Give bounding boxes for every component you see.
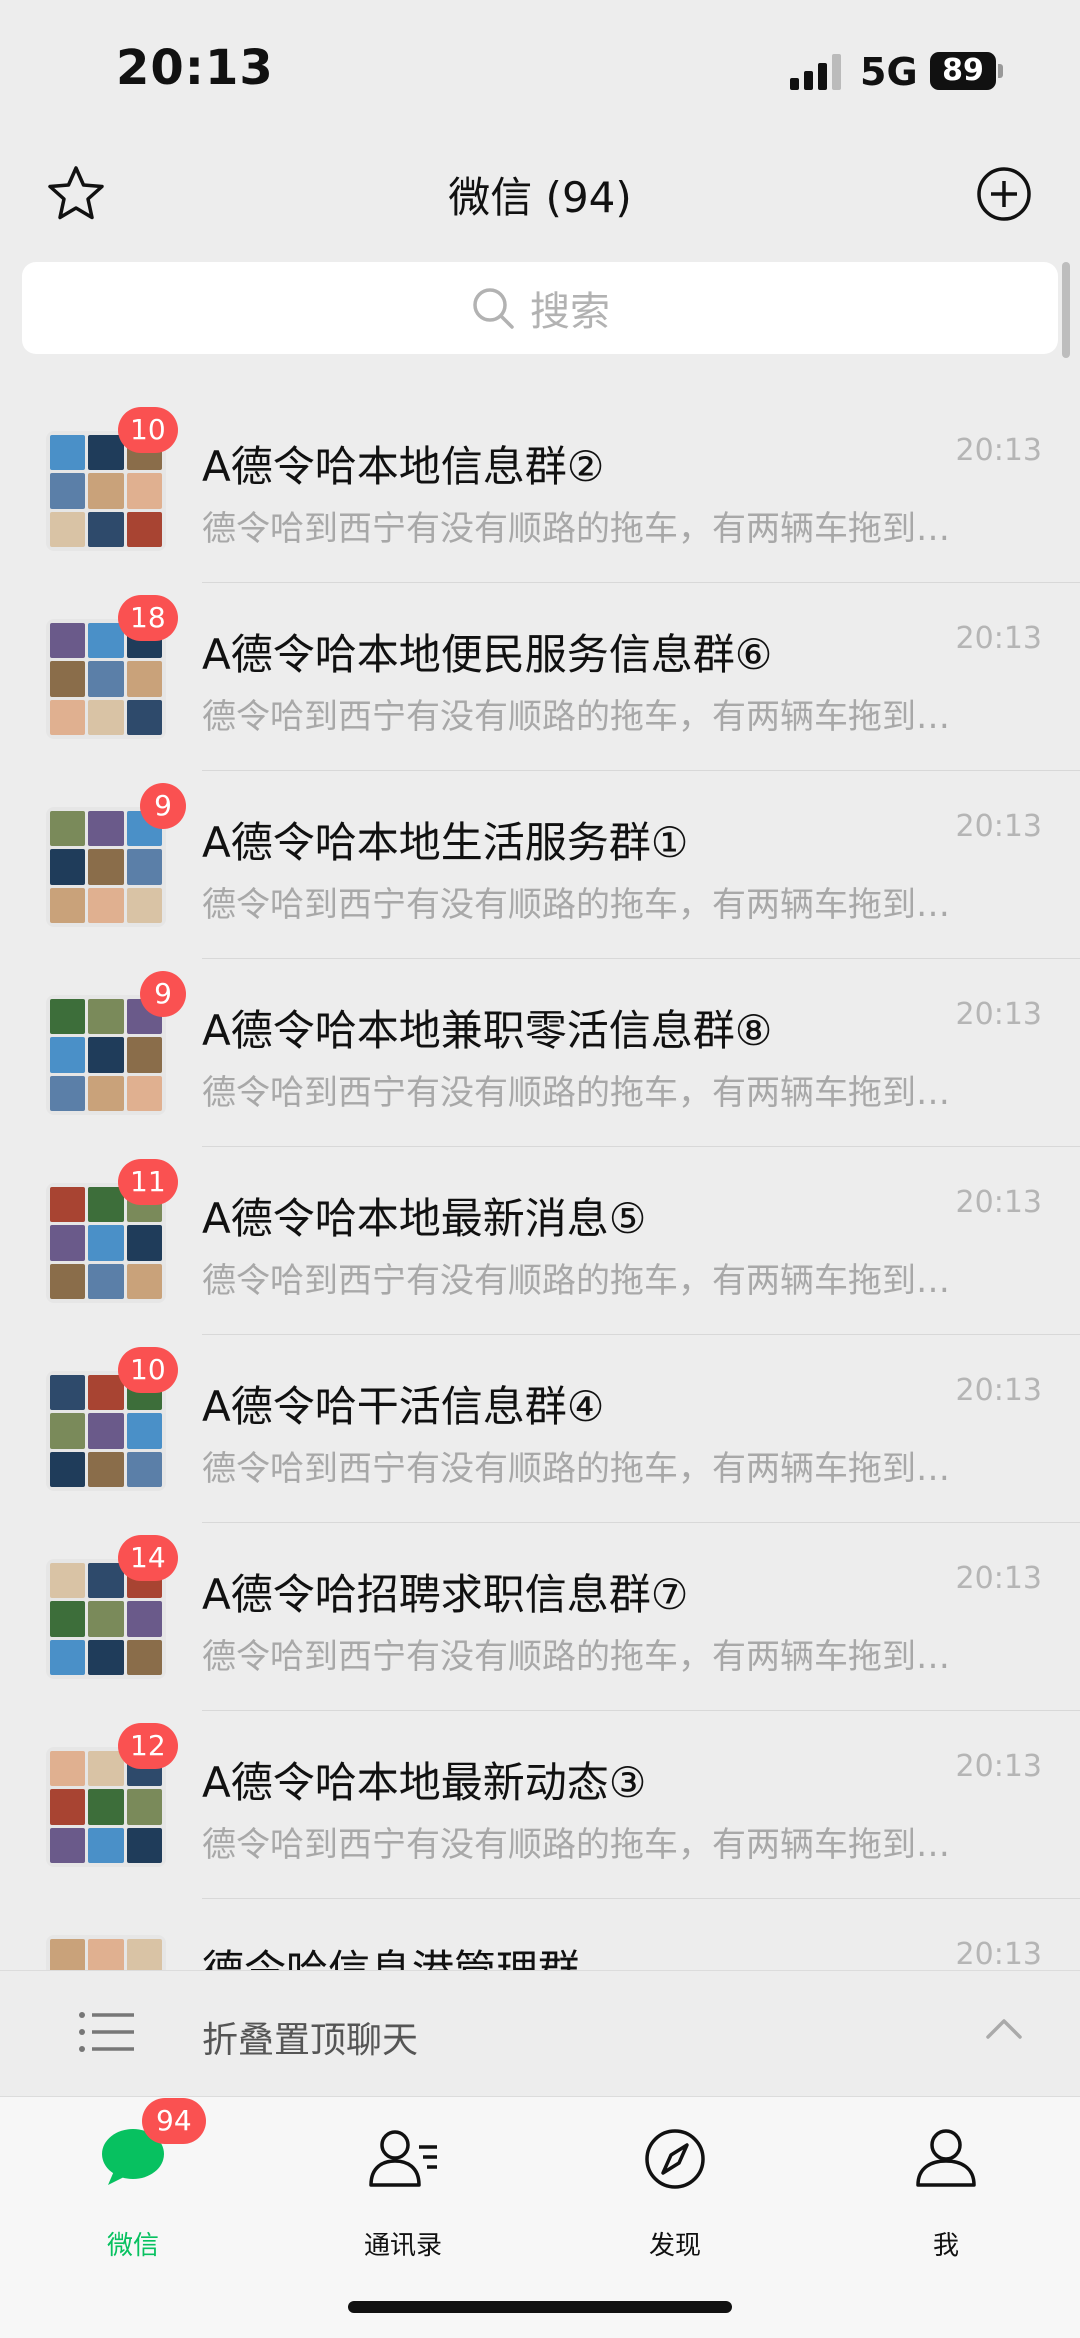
chat-time: 20:13 [955, 997, 1042, 1032]
unread-badge: 94 [142, 2098, 206, 2144]
chat-time: 20:13 [955, 1561, 1042, 1596]
battery-level: 89 [930, 52, 996, 90]
group-avatar [46, 807, 166, 927]
group-avatar [46, 995, 166, 1115]
person-icon [916, 2129, 976, 2187]
chat-time: 20:13 [955, 1185, 1042, 1220]
chat-time: 20:13 [955, 433, 1042, 468]
chat-preview: 德令哈到西宁有没有顺路的拖车，有两辆车拖到… [202, 1449, 950, 1489]
chat-time: 20:13 [955, 1749, 1042, 1784]
chat-preview: 德令哈到西宁有没有顺路的拖车，有两辆车拖到… [202, 509, 950, 549]
unread-count-badge: 14 [118, 1535, 178, 1581]
tab-contacts[interactable]: 通讯录 [313, 2127, 493, 2261]
chat-time: 20:13 [955, 809, 1042, 844]
status-bar: 20:13 5G 89 [0, 0, 1080, 140]
chat-preview: 德令哈到西宁有没有顺路的拖车，有两辆车拖到… [202, 1825, 950, 1865]
tab-chats[interactable]: 微信 [43, 2127, 223, 2261]
chat-time: 20:13 [955, 1373, 1042, 1408]
signal-icon [790, 54, 841, 90]
unread-count-badge: 18 [118, 595, 178, 641]
unread-count-badge: 11 [118, 1159, 178, 1205]
chat-name: A德令哈本地便民服务信息群⑥ [202, 630, 773, 679]
fold-pinned-chats-bar[interactable]: 折叠置顶聊天 [0, 1970, 1080, 2097]
add-circle-icon[interactable] [972, 162, 1036, 226]
chat-row[interactable]: 14 A德令哈招聘求职信息群⑦ 20:13 德令哈到西宁有没有顺路的拖车，有两辆车拖到… [0, 1523, 1080, 1711]
contacts-icon [369, 2130, 437, 2187]
chat-name: A德令哈本地生活服务群① [202, 818, 689, 867]
unread-count-badge: 9 [140, 783, 186, 829]
chat-preview: 德令哈到西宁有没有顺路的拖车，有两辆车拖到… [202, 1637, 950, 1677]
network-type: 5G [860, 50, 918, 94]
chat-preview: 德令哈到西宁有没有顺路的拖车，有两辆车拖到… [202, 1261, 950, 1301]
chat-name: A德令哈干活信息群④ [202, 1382, 605, 1431]
tab-discover-label: 发现 [648, 2231, 701, 2261]
chat-preview: 德令哈到西宁有没有顺路的拖车，有两辆车拖到… [202, 1073, 950, 1113]
chat-name: A德令哈招聘求职信息群⑦ [202, 1570, 689, 1619]
tab-contacts-label: 通讯录 [363, 2231, 442, 2261]
chat-preview: 德令哈到西宁有没有顺路的拖车，有两辆车拖到… [202, 885, 950, 925]
tab-discover[interactable]: 发现 [585, 2127, 765, 2261]
battery-icon: 89 [930, 52, 1004, 90]
fold-label: 折叠置顶聊天 [202, 2020, 419, 2061]
chat-row[interactable]: 9 A德令哈本地生活服务群① 20:13 德令哈到西宁有没有顺路的拖车，有两辆车拖到… [0, 771, 1080, 959]
search-bar[interactable]: 搜索 [22, 262, 1058, 354]
tab-me[interactable]: 我 [856, 2127, 1036, 2261]
chat-name: A德令哈本地最新动态③ [202, 1758, 647, 1807]
chevron-up-icon[interactable] [984, 2015, 1024, 2043]
search-icon [473, 288, 514, 329]
chat-row[interactable]: 11 A德令哈本地最新消息⑤ 20:13 德令哈到西宁有没有顺路的拖车，有两辆车拖到… [0, 1147, 1080, 1335]
chat-row[interactable]: 18 A德令哈本地便民服务信息群⑥ 20:13 德令哈到西宁有没有顺路的拖车，有两辆车… [0, 583, 1080, 771]
chat-list: 10 A德令哈本地信息群② 20:13 德令哈到西宁有没有顺路的拖车，有两辆车拖到… 1… [0, 395, 1080, 2087]
compass-icon [645, 2129, 705, 2189]
chat-row[interactable]: 9 A德令哈本地兼职零活信息群⑧ 20:13 德令哈到西宁有没有顺路的拖车，有两辆车拖… [0, 959, 1080, 1147]
scrollbar[interactable] [1062, 262, 1070, 358]
unread-count-badge: 10 [118, 1347, 178, 1393]
status-time: 20:13 [116, 40, 274, 96]
list-icon [79, 2012, 134, 2052]
search-placeholder: 搜索 [530, 289, 610, 335]
chat-name: A德令哈本地兼职零活信息群⑧ [202, 1006, 773, 1055]
home-indicator[interactable] [348, 2301, 732, 2313]
chat-time: 20:13 [955, 1937, 1042, 1972]
unread-count-badge: 10 [118, 407, 178, 453]
chat-row[interactable]: 12 A德令哈本地最新动态③ 20:13 德令哈到西宁有没有顺路的拖车，有两辆车拖到… [0, 1711, 1080, 1899]
chat-row[interactable]: 10 A德令哈干活信息群④ 20:13 德令哈到西宁有没有顺路的拖车，有两辆车拖到… [0, 1335, 1080, 1523]
unread-count-badge: 9 [140, 971, 186, 1017]
chat-name: A德令哈本地信息群② [202, 442, 605, 491]
chat-name: A德令哈本地最新消息⑤ [202, 1194, 647, 1243]
page-title: 微信 (94) [448, 173, 632, 222]
tab-me-label: 我 [932, 2231, 959, 2261]
tab-chats-label: 微信 [106, 2231, 159, 2261]
chat-preview: 德令哈到西宁有没有顺路的拖车，有两辆车拖到… [202, 697, 950, 737]
chat-time: 20:13 [955, 621, 1042, 656]
header: 微信 (94) [0, 140, 1080, 260]
unread-count-badge: 12 [118, 1723, 178, 1769]
chat-row[interactable]: 10 A德令哈本地信息群② 20:13 德令哈到西宁有没有顺路的拖车，有两辆车拖到… [0, 395, 1080, 583]
